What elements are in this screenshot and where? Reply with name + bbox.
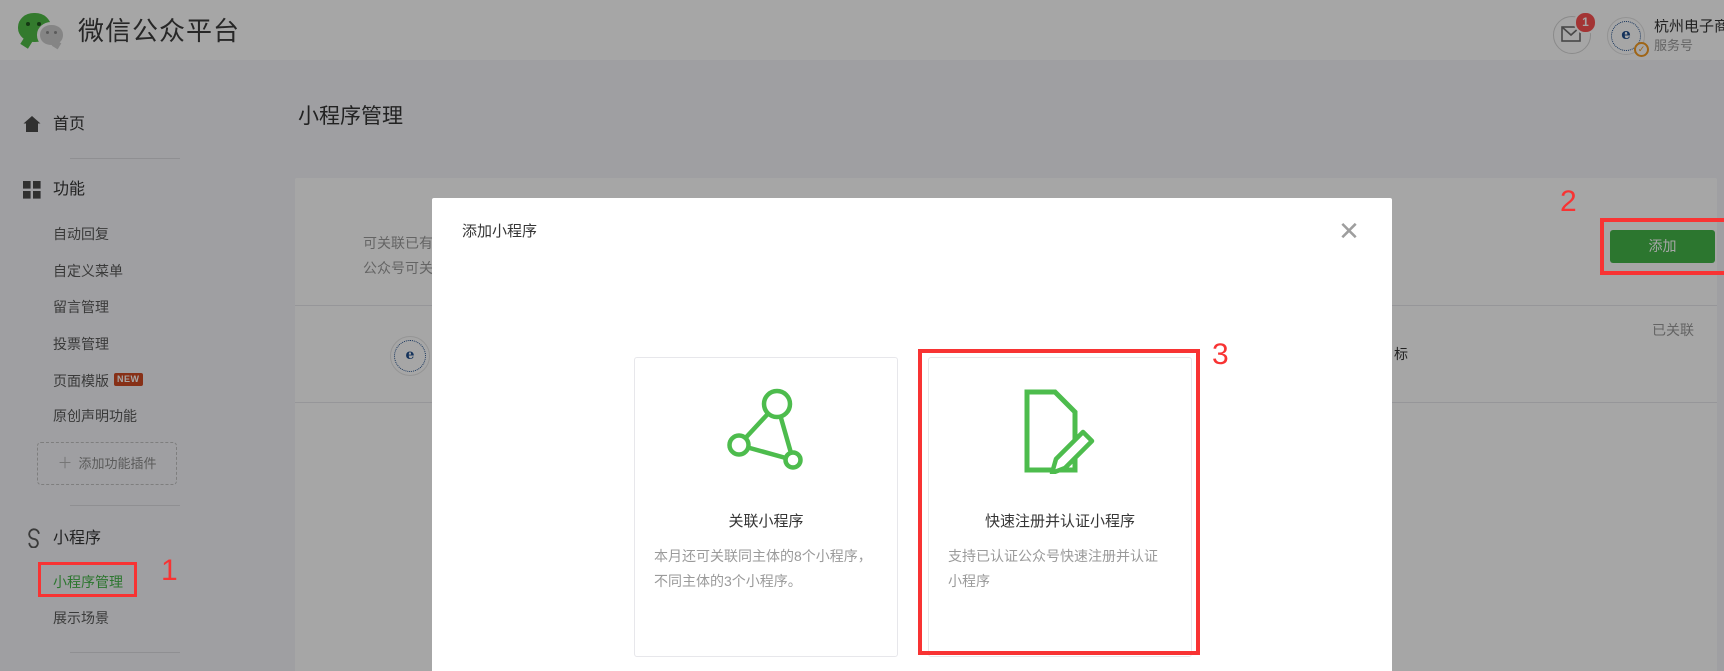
wechat-mp-platform: 微信公众平台 1 e ✓ 杭州电子商 服务号 首页 功能 自动回复 自 xyxy=(0,0,1724,671)
network-link-icon xyxy=(725,388,807,474)
card-description-line2: 不同主体的3个小程序。 xyxy=(654,574,802,588)
card-link-miniprogram[interactable]: 关联小程序 本月还可关联同主体的8个小程序， 不同主体的3个小程序。 xyxy=(634,357,898,657)
annotation-number-1: 1 xyxy=(161,556,178,586)
modal-title: 添加小程序 xyxy=(462,224,537,239)
card-title: 关联小程序 xyxy=(635,514,897,529)
close-icon[interactable]: ✕ xyxy=(1332,215,1366,249)
annotation-box-step1 xyxy=(38,562,137,597)
add-miniprogram-modal: 添加小程序 ✕ 关联小程序 本月还可关联同主体的8个小程序， 不同主体的3个小程… xyxy=(432,198,1392,671)
annotation-box-step2 xyxy=(1600,218,1724,275)
annotation-number-3: 3 xyxy=(1212,340,1229,370)
annotation-box-step3 xyxy=(918,349,1200,655)
card-description-line1: 本月还可关联同主体的8个小程序， xyxy=(654,549,872,563)
annotation-number-2: 2 xyxy=(1560,187,1577,217)
